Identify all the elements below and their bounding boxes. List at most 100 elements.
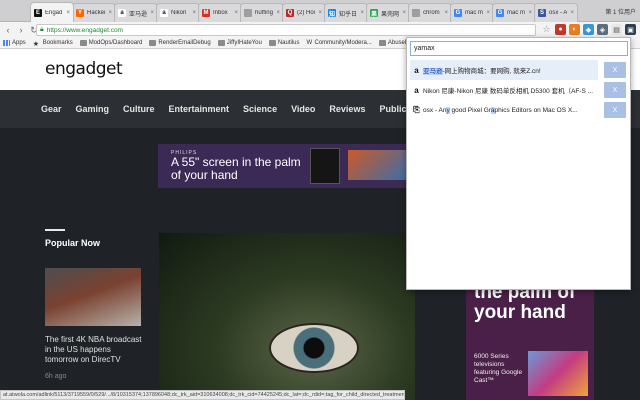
result-text: osx - An xyxy=(423,106,447,114)
tab[interactable]: Gmac m × xyxy=(492,3,536,22)
amazon-icon: a xyxy=(414,85,419,95)
amazon-icon: a xyxy=(414,65,419,75)
profile-label[interactable]: 第 1 位用户 xyxy=(605,7,636,16)
tab-close-icon[interactable]: × xyxy=(528,10,532,16)
extension-orange-icon[interactable]: ◐ xyxy=(569,24,580,35)
tab-close-icon[interactable]: × xyxy=(402,10,406,16)
address-url: https://www.engadget.com xyxy=(46,26,123,34)
bookmark-label: Apps xyxy=(12,40,26,46)
bookmark-label: Bookmarks xyxy=(42,40,73,46)
article-timestamp: 6h ago xyxy=(45,373,67,380)
tab[interactable]: huffing × xyxy=(240,3,284,22)
bookmark-item[interactable]: JiffyIHateYou xyxy=(217,40,262,46)
popular-now-title: Popular Now xyxy=(45,238,101,248)
tab[interactable]: chrom × xyxy=(408,3,452,22)
article-title[interactable]: The first 4K NBA broadcast in the US hap… xyxy=(45,335,145,365)
tab-close-icon[interactable]: × xyxy=(570,10,574,16)
tab-close-icon[interactable]: × xyxy=(444,10,448,16)
guokr-icon: 果 xyxy=(370,9,378,18)
nav-link-video[interactable]: Video xyxy=(291,104,315,114)
tab-label: (2) Hoi xyxy=(297,10,316,16)
result-title: Nikon 尼康-Nikon 尼康 数码单反相机 D5300 套机（AF-S .… xyxy=(423,85,593,95)
forward-icon[interactable]: › xyxy=(16,24,26,36)
bookmark-label: Nautilus xyxy=(277,40,300,46)
article-thumbnail[interactable] xyxy=(45,268,141,326)
hero-image[interactable] xyxy=(159,233,415,400)
extension-blue-icon[interactable]: ◆ xyxy=(583,24,594,35)
back-icon[interactable]: ‹ xyxy=(3,24,13,36)
side-ad-image xyxy=(528,351,588,396)
hackernews-icon: Y xyxy=(76,9,84,17)
bookmark-label: ModOps/Dashboard xyxy=(88,40,143,46)
nav-link-science[interactable]: Science xyxy=(243,104,277,114)
result-title: 亚马逊-网上购物商城：要网购, 就来Z.cn! xyxy=(423,65,541,75)
bookmark-item[interactable]: Apps xyxy=(3,40,26,46)
tab[interactable]: M Inbox × xyxy=(198,3,242,22)
amazon-icon: a xyxy=(118,9,126,17)
tab-label: Engad xyxy=(45,9,63,16)
extension-red-icon[interactable]: ● xyxy=(555,24,566,35)
bookmark-item[interactable]: Nautilus xyxy=(268,40,300,46)
nav-link-culture[interactable]: Culture xyxy=(123,104,155,114)
result-highlight: 亚马逊 xyxy=(423,68,443,75)
folder-icon xyxy=(378,40,386,46)
page-icon xyxy=(412,9,420,17)
tab-label: 果壳网 xyxy=(381,11,400,18)
extension-icons: ☆ ● ◐ ◆ ◈ ▤ ▣ ⋮ xyxy=(541,24,640,35)
bookmark-label: JiffyIHateYou xyxy=(226,40,262,46)
nav-link-gear[interactable]: Gear xyxy=(41,104,62,114)
tab[interactable]: a 亚马逊 × xyxy=(114,3,158,22)
bookmark-label: RenderEmailDebug xyxy=(158,40,211,46)
tab-close-icon[interactable]: × xyxy=(486,10,490,16)
result-item[interactable]: a 亚马逊-网上购物商城：要网购, 就来Z.cn! xyxy=(410,60,598,80)
nav-link-reviews[interactable]: Reviews xyxy=(329,104,365,114)
result-item[interactable]: ⎘ osx - Any good Pixel Graphics Editors o… xyxy=(410,100,598,120)
side-ad-text: 6000 Series televisions featuring Google… xyxy=(474,353,523,384)
tab-close-icon[interactable]: × xyxy=(360,10,364,16)
tab-label: Hacker xyxy=(87,10,106,16)
folder-icon xyxy=(79,40,87,46)
bookmark-item[interactable]: ★ Bookmarks xyxy=(32,40,73,48)
nav-link-gaming[interactable]: Gaming xyxy=(76,104,110,114)
tab[interactable]: E Engad × xyxy=(30,2,74,22)
result-text: phics Editors on Mac OS X... xyxy=(494,106,578,114)
extension-gray-icon[interactable]: ◈ xyxy=(597,24,608,35)
tab[interactable]: Sosx - A × xyxy=(534,3,578,22)
tab-close-icon[interactable]: × xyxy=(66,10,70,16)
tab[interactable]: a Nikon × xyxy=(156,3,200,22)
tab-close-icon[interactable]: × xyxy=(108,10,112,16)
address-bar[interactable]: 🔒︎ https://www.engadget.com xyxy=(36,24,536,36)
star-icon: ★ xyxy=(32,41,39,48)
close-tab-button[interactable]: X xyxy=(604,82,626,98)
tab-label: 亚马逊 xyxy=(129,11,148,18)
extension-active-icon[interactable]: ▣ xyxy=(625,24,636,35)
tab[interactable]: Y Hacker × xyxy=(72,3,116,22)
tab-close-icon[interactable]: × xyxy=(276,10,280,16)
tab-label: mac m xyxy=(507,10,525,16)
tab[interactable]: Q (2) Hoi × xyxy=(282,3,326,22)
apps-icon xyxy=(3,40,10,46)
google-icon: G xyxy=(496,9,504,17)
bookmark-item[interactable]: ModOps/Dashboard xyxy=(79,40,143,46)
tab-close-icon[interactable]: × xyxy=(192,10,196,16)
star-bookmark-icon[interactable]: ☆ xyxy=(541,24,552,35)
extension-tab-search-icon[interactable]: ▤ xyxy=(611,24,622,35)
nav-link-entertainment[interactable]: Entertainment xyxy=(169,104,230,114)
tab[interactable]: 知知乎日 × xyxy=(324,3,368,22)
bookmark-item[interactable]: W Community/Modera... xyxy=(307,40,372,46)
amazon-icon: a xyxy=(160,9,168,17)
tab-close-icon[interactable]: × xyxy=(234,10,238,16)
tab-search-input[interactable] xyxy=(410,41,628,56)
close-tab-button[interactable]: X xyxy=(604,102,626,118)
bookmark-item[interactable]: RenderEmailDebug xyxy=(149,40,211,46)
site-logo[interactable]: engadget xyxy=(45,59,123,79)
close-tab-button[interactable]: X xyxy=(604,62,626,78)
section-divider xyxy=(45,229,65,231)
tab[interactable]: Gmac m × xyxy=(450,3,494,22)
quora-icon: Q xyxy=(286,9,294,17)
tab[interactable]: 果果壳网 × xyxy=(366,3,410,22)
zhihu-icon: 知 xyxy=(328,9,336,18)
tab-close-icon[interactable]: × xyxy=(150,10,154,16)
result-item[interactable]: a Nikon 尼康-Nikon 尼康 数码单反相机 D5300 套机（AF-S … xyxy=(410,80,598,100)
tab-close-icon[interactable]: × xyxy=(318,10,322,16)
